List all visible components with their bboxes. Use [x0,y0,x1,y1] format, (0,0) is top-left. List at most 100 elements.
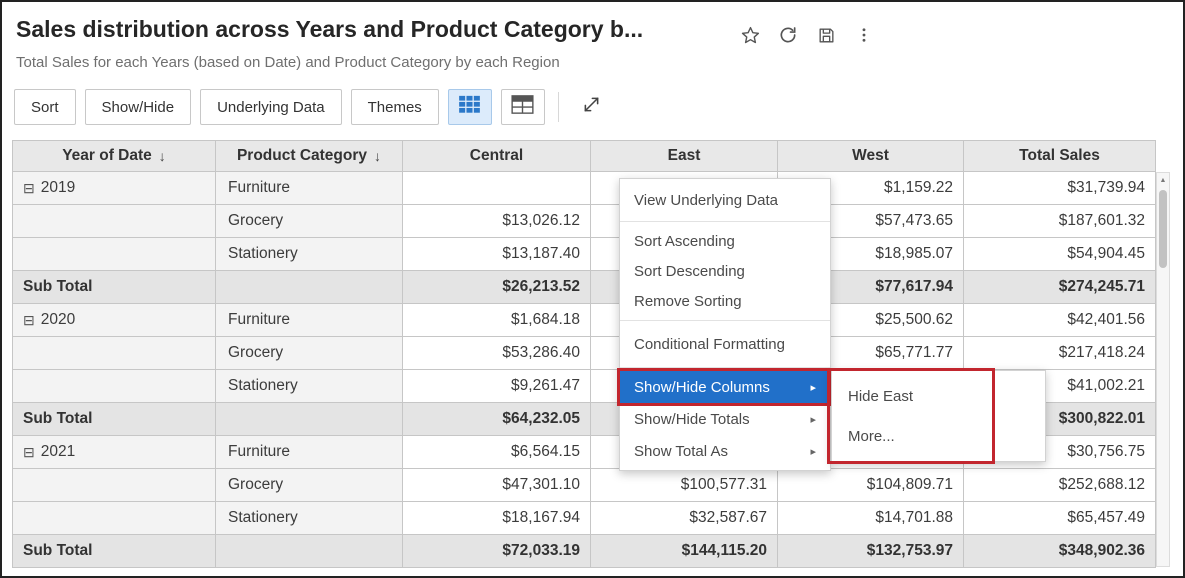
total-sales-cell[interactable]: $42,401.56 [964,304,1156,337]
category-cell[interactable] [216,403,403,436]
total-sales-cell[interactable]: $65,457.49 [964,502,1156,535]
column-header-central[interactable]: Central [403,141,591,172]
central-cell[interactable]: $47,301.10 [403,469,591,502]
table-row: ⊟2019Furniture$1,159.22$31,739.94 [13,172,1156,205]
page-subtitle: Total Sales for each Years (based on Dat… [16,54,560,71]
central-cell[interactable]: $13,187.40 [403,238,591,271]
year-cell[interactable]: Sub Total [13,271,216,304]
total-sales-cell[interactable]: $31,739.94 [964,172,1156,205]
year-cell[interactable] [13,469,216,502]
total-sales-cell[interactable]: $252,688.12 [964,469,1156,502]
central-cell[interactable]: $18,167.94 [403,502,591,535]
total-sales-cell[interactable]: $187,601.32 [964,205,1156,238]
total-sales-cell[interactable]: $54,904.45 [964,238,1156,271]
year-cell[interactable] [13,205,216,238]
east-cell[interactable]: $100,577.31 [591,469,778,502]
menu-item-view-underlying-data[interactable]: View Underlying Data [620,184,830,216]
column-header-year-of-date[interactable]: Year of Date ↓ [13,141,216,172]
category-cell[interactable]: Furniture [216,172,403,205]
central-cell[interactable]: $6,564.15 [403,436,591,469]
year-cell[interactable]: ⊟2019 [13,172,216,205]
sort-descending-icon[interactable]: ↓ [374,148,381,164]
central-cell[interactable]: $13,026.12 [403,205,591,238]
more-options-icon[interactable] [853,24,875,46]
favorite-star-icon[interactable] [739,24,761,46]
central-cell[interactable]: $53,286.40 [403,337,591,370]
subtotal-row: Sub Total$26,213.52$77,617.94$274,245.71 [13,271,1156,304]
category-cell[interactable] [216,271,403,304]
column-header-total-sales[interactable]: Total Sales [964,141,1156,172]
refresh-icon[interactable] [777,24,799,46]
central-cell[interactable]: $72,033.19 [403,535,591,568]
scrollbar-thumb[interactable] [1159,190,1167,268]
table-row: Stationery$18,167.94$32,587.67$14,701.88… [13,502,1156,535]
underlying-data-button[interactable]: Underlying Data [200,89,342,125]
west-cell[interactable]: $14,701.88 [778,502,964,535]
menu-item-conditional-formatting[interactable]: Conditional Formatting [620,329,830,359]
category-cell[interactable] [216,535,403,568]
column-header-west[interactable]: West [778,141,964,172]
submenu-arrow-icon: ▸ [810,381,816,394]
total-sales-cell[interactable]: $348,902.36 [964,535,1156,568]
year-cell[interactable]: ⊟2020 [13,304,216,337]
category-cell[interactable]: Grocery [216,337,403,370]
menu-item-sort-ascending[interactable]: Sort Ascending [620,226,830,256]
menu-item-show-total-as[interactable]: Show Total As ▸ [620,435,830,467]
show-hide-button[interactable]: Show/Hide [85,89,192,125]
adaptive-size-button[interactable] [572,89,612,125]
submenu-item-hide-east[interactable]: Hide East [832,376,1045,416]
themes-button[interactable]: Themes [351,89,439,125]
west-cell[interactable]: $104,809.71 [778,469,964,502]
total-sales-cell[interactable]: $274,245.71 [964,271,1156,304]
east-cell[interactable]: $144,115.20 [591,535,778,568]
year-cell[interactable]: ⊟2021 [13,436,216,469]
widget-header-actions [739,24,875,46]
category-cell[interactable]: Stationery [216,502,403,535]
scroll-up-icon[interactable]: ▲ [1157,173,1169,187]
total-sales-cell[interactable]: $217,418.24 [964,337,1156,370]
subtotal-row: Sub Total $72,033.19$144,115.20$132,753.9… [13,535,1156,568]
year-cell[interactable] [13,238,216,271]
category-cell[interactable]: Grocery [216,205,403,238]
central-cell[interactable]: $1,684.18 [403,304,591,337]
category-cell[interactable]: Furniture [216,436,403,469]
show-hide-columns-submenu: Hide East More... [831,370,1046,462]
save-icon[interactable] [815,24,837,46]
central-cell[interactable] [403,172,591,205]
menu-item-sort-descending[interactable]: Sort Descending [620,256,830,286]
year-cell[interactable] [13,337,216,370]
west-cell[interactable]: $132,753.97 [778,535,964,568]
category-cell[interactable]: Stationery [216,238,403,271]
category-cell[interactable]: Stationery [216,370,403,403]
menu-item-show-hide-columns[interactable]: Show/Hide Columns ▸ [620,371,830,403]
category-cell[interactable]: Furniture [216,304,403,337]
pivot-table: Year of Date ↓ Product Category ↓ Centra… [12,140,1156,568]
collapse-icon[interactable]: ⊟ [23,312,35,329]
table-view-button[interactable] [501,89,545,125]
vertical-scrollbar[interactable]: ▲ [1156,172,1170,567]
collapse-icon[interactable]: ⊟ [23,444,35,461]
central-cell[interactable]: $64,232.05 [403,403,591,436]
column-header-product-category[interactable]: Product Category ↓ [216,141,403,172]
grid-view-icon [458,95,481,119]
grid-view-button[interactable] [448,89,492,125]
sort-button[interactable]: Sort [14,89,76,125]
year-cell[interactable] [13,502,216,535]
column-header-east[interactable]: East [591,141,778,172]
year-cell[interactable] [13,370,216,403]
menu-item-remove-sorting[interactable]: Remove Sorting [620,286,830,316]
submenu-item-more[interactable]: More... [832,416,1045,456]
sort-descending-icon[interactable]: ↓ [159,148,166,164]
collapse-icon[interactable]: ⊟ [23,180,35,197]
toolbar-divider [558,92,559,122]
east-cell[interactable]: $32,587.67 [591,502,778,535]
page-title: Sales distribution across Years and Prod… [16,16,643,43]
menu-item-show-hide-totals[interactable]: Show/Hide Totals ▸ [620,403,830,435]
table-row: Grocery$47,301.10$100,577.31$104,809.71$… [13,469,1156,502]
pivot-table-header: Year of Date ↓ Product Category ↓ Centra… [13,141,1156,172]
central-cell[interactable]: $9,261.47 [403,370,591,403]
central-cell[interactable]: $26,213.52 [403,271,591,304]
category-cell[interactable]: Grocery [216,469,403,502]
year-cell[interactable]: Sub Total [13,535,216,568]
year-cell[interactable]: Sub Total [13,403,216,436]
